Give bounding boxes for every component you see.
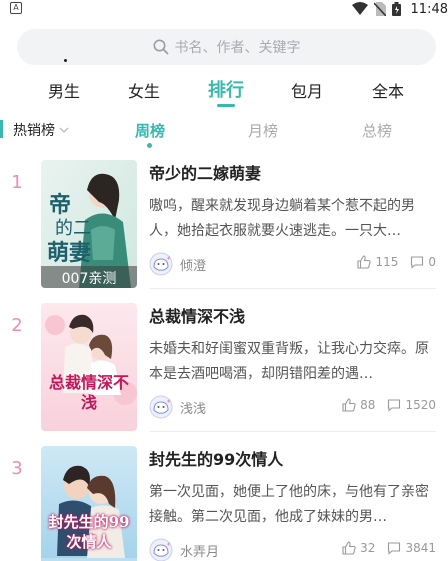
comment-icon (388, 542, 401, 555)
thumb-up-icon (342, 541, 356, 555)
author-avatar-icon (149, 538, 173, 561)
tab-female[interactable]: 女生 (114, 78, 174, 102)
thumb-up-icon (357, 255, 372, 269)
book-stats: 115 0 (357, 255, 436, 269)
like-count: 32 (360, 541, 376, 555)
book-title: 总裁情深不浅 (149, 307, 246, 326)
top-tabs: 男生 女生 排行 包月 全本 (0, 74, 448, 108)
comment-icon (388, 399, 401, 412)
tab-complete[interactable]: 全本 (358, 78, 418, 102)
author-name: 水弄月 (180, 545, 220, 560)
search-placeholder: 书名、作者、关键字 (174, 40, 301, 56)
book-title: 帝少的二嫁萌妻 (149, 164, 262, 183)
book-cover[interactable]: 帝 的二 萌妻 007亲测 (41, 160, 137, 288)
filter-dropdown[interactable]: 热销榜 (13, 120, 69, 140)
book-stats: 88 1520 (342, 398, 436, 412)
active-tab-underline (217, 104, 235, 107)
book-title: 封先生的99次情人 (149, 450, 284, 469)
book-description: 嗷呜，醒来就发现身边躺着某个惹不起的男人，她拾起衣服就要火速逃走。一只大… (149, 198, 415, 239)
book-meta: 水弄月 32 3841 (149, 538, 436, 561)
svg-text:帝: 帝 (49, 192, 71, 218)
book-cover[interactable]: 封先生的99次情人 (41, 446, 137, 561)
status-bar: A 11:48 (0, 0, 448, 18)
search-bar[interactable]: 书名、作者、关键字 (17, 29, 436, 65)
book-item[interactable]: 1 帝 的二 萌妻 007亲测 帝少的二嫁萌妻 嗷呜，醒来就发现身边躺着某个惹不… (0, 146, 448, 289)
tab-month-rank[interactable]: 月榜 (233, 120, 293, 141)
wifi-icon (351, 2, 368, 15)
tab-total-rank[interactable]: 总榜 (347, 120, 407, 141)
cover-title-art: 封先生的99次情人 (48, 513, 130, 551)
comment-count: 3841 (405, 541, 436, 555)
book-item[interactable]: 3 封先生的99次情人 封先生的99次情人 第一次见面，她便上了他的床，与他有了… (0, 432, 448, 561)
comment-count: 0 (428, 255, 436, 269)
comment-icon (411, 256, 424, 269)
book-meta: 浅浅 88 1520 (149, 395, 436, 419)
comment-count: 1520 (405, 398, 436, 412)
cursor-dot (64, 59, 67, 62)
book-cover[interactable]: 总裁情深不浅 (41, 303, 137, 431)
tab-monthly[interactable]: 包月 (277, 78, 337, 102)
author-avatar-icon (149, 395, 173, 419)
tab-male[interactable]: 男生 (34, 78, 94, 102)
book-description: 第一次见面，她便上了他的床，与他有了亲密接触。第二次见面，他成了妹妹的男… (149, 484, 429, 525)
tab-ranking[interactable]: 排行 (196, 76, 256, 102)
book-description: 未婚夫和好闺蜜双重背叛，让我心力交瘁。原本是去酒吧喝酒，却阴错阳差的遇… (149, 341, 429, 382)
search-icon (153, 39, 168, 55)
rank-number: 2 (11, 315, 23, 336)
svg-text:萌妻: 萌妻 (47, 240, 91, 266)
author-name: 倾澄 (180, 259, 207, 274)
battery-icon (391, 2, 401, 16)
book-meta: 倾澄 115 0 (149, 252, 436, 276)
like-count: 88 (360, 398, 376, 412)
status-icons: 11:48 (351, 0, 448, 18)
clock: 11:48 (410, 1, 448, 17)
cover-title-art: 总裁情深不浅 (48, 373, 129, 412)
book-stats: 32 3841 (342, 541, 436, 555)
cover-watermark: 007亲测 (61, 271, 117, 287)
no-sim-icon (373, 2, 386, 16)
rank-number: 1 (11, 172, 23, 193)
author-name: 浅浅 (180, 402, 207, 417)
author-avatar-icon (149, 252, 173, 276)
tab-weekly[interactable]: 周榜 (120, 120, 180, 141)
chevron-down-icon (59, 127, 69, 133)
rank-number: 3 (11, 458, 23, 479)
like-count: 115 (375, 255, 399, 269)
filter-indicator (0, 120, 3, 138)
app-notification-icon: A (10, 2, 22, 14)
book-item[interactable]: 2 总裁情深不浅 总裁情深不浅 未婚夫和好闺蜜双重背叛，让我心力交瘁。原本是去酒… (0, 289, 448, 432)
thumb-up-icon (342, 398, 356, 412)
svg-text:的二: 的二 (55, 218, 91, 239)
filter-label: 热销榜 (13, 123, 55, 139)
